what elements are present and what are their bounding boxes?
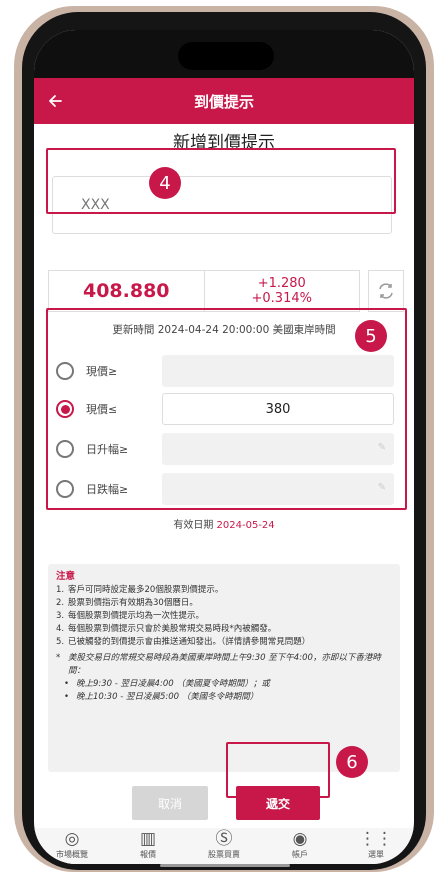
nav-item-menu[interactable]: ⋮⋮ 選單 — [338, 828, 414, 864]
notes-title: 注意 — [56, 571, 76, 582]
note-text: 客戶可同時設定最多20個股票到價提示。 — [68, 585, 224, 595]
nav-item-market[interactable]: ◎ 市場概覽 — [34, 828, 110, 864]
note-text: 晚上9:30 - 翌日凌晨4:00 （美國夏令時期間）；或 — [76, 679, 270, 689]
cancel-button[interactable]: 取消 — [132, 786, 208, 820]
nav-label: 股票買賣 — [208, 850, 240, 859]
nav-label: 報價 — [140, 850, 156, 859]
account-icon: ◉ — [292, 829, 308, 849]
change-percent: +0.314% — [251, 291, 312, 306]
callout-badge-4: 4 — [149, 167, 181, 199]
nav-label: 市場概覽 — [56, 850, 88, 859]
trading-hours-note: * 美股交易日的常規交易時段為美國東岸時間上午9:30 至下午4:00，亦即以下香… — [56, 652, 392, 678]
note-item: 2. 股票到價指示有效期為30個曆日。 — [56, 598, 198, 608]
expiry-value: 2024-05-24 — [216, 520, 275, 531]
note-text: 每個股票到價提示均為一次性提示。 — [68, 611, 205, 621]
note-text: 每個股票到價提示只會於美股常規交易時段*內被觸發。 — [68, 624, 277, 634]
nav-item-trade[interactable]: Ⓢ 股票買賣 — [186, 828, 262, 864]
note-text: 晚上10:30 - 翌日凌晨5:00 （美國冬令時期間） — [76, 692, 259, 702]
nav-item-account[interactable]: ◉ 帳戶 — [262, 828, 338, 864]
app-header: 到價提示 — [34, 78, 414, 124]
nav-label: 選單 — [368, 850, 384, 859]
camera-island — [178, 42, 274, 70]
notes-panel: 注意 1. 客戶可同時設定最多20個股票到價提示。 2. 股票到價指示有效期為30個… — [48, 564, 400, 772]
note-item: 4. 每個股票到價提示只會於美股常規交易時段*內被觸發。 — [56, 624, 277, 634]
callout-badge-6: 6 — [336, 746, 368, 778]
refresh-button[interactable] — [368, 270, 404, 312]
quote-panel: 408.880 +1.280 +0.314% — [48, 270, 360, 312]
note-text: 美股交易日的常規交易時段為美國東岸時間上午9:30 至下午4:00，亦即以下香港… — [68, 653, 381, 676]
home-indicator — [160, 864, 290, 867]
price-change: +1.280 +0.314% — [203, 271, 360, 311]
callout-box-submit — [226, 742, 330, 798]
expiry-label: 有效日期 — [173, 520, 214, 531]
change-value: +1.280 — [257, 276, 306, 291]
note-text: 已被觸發的到價提示會由推送通知發出。（詳情請參閱常見問題） — [68, 637, 311, 647]
chart-icon: ▥ — [139, 829, 157, 849]
nav-item-quote[interactable]: ▥ 報價 — [110, 828, 186, 864]
globe-icon: ◎ — [64, 829, 80, 849]
nav-label: 帳戶 — [292, 850, 308, 859]
callout-badge-5: 5 — [355, 320, 387, 352]
note-text: 股票到價指示有效期為30個曆日。 — [68, 598, 198, 608]
trading-hours-bullet: • 晚上9:30 - 翌日凌晨4:00 （美國夏令時期間）；或 — [64, 679, 270, 689]
arrow-left-icon — [49, 95, 62, 107]
dollar-icon: Ⓢ — [215, 829, 233, 849]
back-button[interactable] — [40, 86, 70, 116]
current-price: 408.880 — [82, 280, 170, 302]
menu-grid-icon: ⋮⋮ — [359, 829, 393, 849]
callout-box-conditions — [46, 308, 407, 510]
expiry-date: 有效日期 2024-05-24 — [34, 516, 414, 531]
note-item: 3. 每個股票到價提示均為一次性提示。 — [56, 611, 205, 621]
note-item: 1. 客戶可同時設定最多20個股票到價提示。 — [56, 585, 224, 595]
bottom-nav: ◎ 市場概覽 ▥ 報價 Ⓢ 股票買賣 ◉ 帳戶 ⋮⋮ 選單 — [34, 828, 414, 864]
callout-box-search — [46, 148, 396, 214]
note-item: 5. 已被觸發的到價提示會由推送通知發出。（詳情請參閱常見問題） — [56, 637, 311, 647]
page-title: 到價提示 — [193, 92, 254, 111]
trading-hours-bullet: • 晚上10:30 - 翌日凌晨5:00 （美國冬令時期間） — [64, 692, 259, 702]
refresh-icon — [379, 283, 393, 299]
